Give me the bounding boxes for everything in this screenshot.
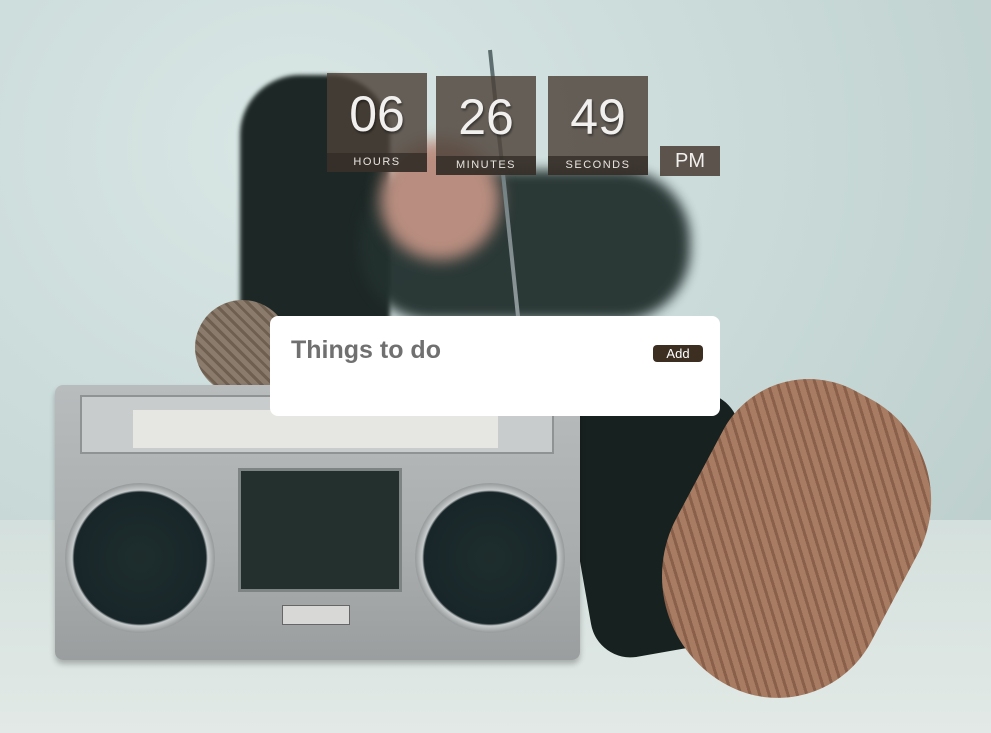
- background-speaker-left: [65, 483, 215, 633]
- background-cassette-deck: [238, 468, 402, 592]
- background-boombox-badge: [282, 605, 350, 625]
- clock: 06 HOURS 26 MINUTES 49 SECONDS PM: [0, 0, 991, 200]
- add-button[interactable]: Add: [653, 345, 703, 362]
- todo-title: Things to do: [291, 336, 441, 364]
- todo-card: Things to do Add: [270, 316, 720, 416]
- hours-value: 06: [349, 86, 405, 142]
- seconds-value: 49: [570, 89, 626, 145]
- background-speaker-right: [415, 483, 565, 633]
- minutes-tile: 26 MINUTES: [436, 76, 536, 175]
- am-pm-indicator: PM: [660, 146, 720, 176]
- seconds-label: SECONDS: [548, 156, 648, 175]
- minutes-value: 26: [458, 89, 514, 145]
- hours-label: HOURS: [327, 153, 427, 172]
- seconds-tile: 49 SECONDS: [548, 76, 648, 175]
- minutes-label: MINUTES: [436, 156, 536, 175]
- hours-tile: 06 HOURS: [327, 73, 427, 172]
